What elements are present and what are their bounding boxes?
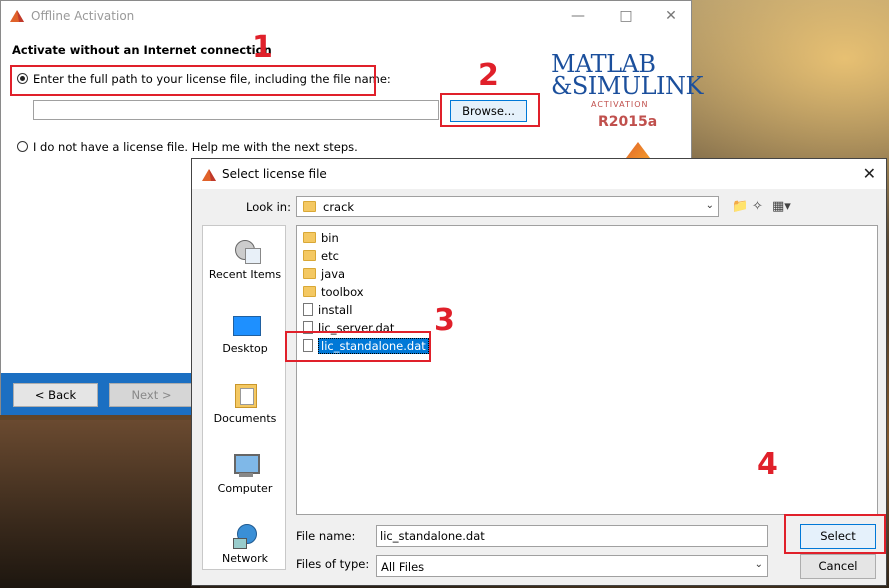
file-name: etc [321, 248, 339, 263]
folder-icon [303, 250, 316, 261]
dialog-close-icon[interactable]: ✕ [863, 164, 876, 183]
activation-titlebar: Offline Activation — □ ✕ [1, 1, 691, 32]
dialog-titlebar: Select license file ✕ [192, 159, 886, 189]
minimize-icon[interactable]: — [563, 7, 593, 25]
list-item[interactable]: install [303, 302, 352, 319]
recent-items-icon [231, 238, 261, 264]
close-icon[interactable]: ✕ [656, 7, 686, 25]
up-folder-icon[interactable]: 📁 [732, 199, 748, 214]
folder-icon [303, 232, 316, 243]
folder-icon [303, 201, 316, 212]
matlab-icon [10, 10, 24, 22]
place-desktop[interactable]: Desktop [203, 312, 287, 355]
folder-icon [303, 268, 316, 279]
network-icon [231, 522, 259, 549]
annotation-box-2 [440, 93, 540, 127]
place-label: Network [222, 552, 268, 565]
chevron-down-icon: ⌄ [754, 559, 763, 570]
annotation-box-1 [10, 65, 376, 96]
cancel-button[interactable]: Cancel [800, 554, 876, 579]
step-number-4: 4 [757, 447, 778, 482]
activation-heading: Activate without an Internet connection [12, 43, 272, 57]
logo-line2: &SIMULINK [551, 72, 703, 100]
file-name: java [321, 266, 346, 281]
places-bar: Recent Items Desktop Documents Computer [202, 225, 286, 570]
back-button[interactable]: < Back [13, 383, 98, 407]
list-item[interactable]: java [303, 266, 345, 283]
activation-window-title: Offline Activation [31, 9, 135, 23]
place-recent-items[interactable]: Recent Items [203, 238, 287, 281]
no-license-option-label[interactable]: I do not have a license file. Help me wi… [33, 140, 358, 154]
look-in-value: crack [323, 200, 355, 214]
look-in-combo[interactable]: crack ⌄ [296, 196, 719, 217]
file-type-label: Files of type: [296, 557, 370, 571]
place-label: Desktop [222, 342, 268, 355]
list-item[interactable]: toolbox [303, 284, 364, 301]
place-label: Computer [217, 482, 273, 495]
file-type-select[interactable]: All Files ⌄ [376, 555, 768, 577]
matlab-icon [202, 169, 216, 181]
step-number-2: 2 [478, 58, 499, 93]
file-name-input[interactable] [376, 525, 768, 547]
logo-subtitle: ACTIVATION [591, 100, 649, 109]
view-menu-icon[interactable]: ▦▾ [772, 199, 791, 214]
look-in-label: Look in: [246, 200, 291, 214]
matlab-simulink-logo: MATLAB &SIMULINK [551, 52, 703, 100]
maximize-icon[interactable]: □ [611, 7, 641, 25]
logo-version: R2015a [598, 114, 658, 130]
file-name: install [318, 302, 353, 317]
file-name: bin [321, 230, 339, 245]
documents-icon [231, 382, 259, 408]
annotation-box-4 [784, 514, 886, 554]
dialog-title: Select license file [222, 167, 327, 181]
file-icon [303, 303, 313, 316]
select-license-dialog: Select license file ✕ Look in: crack ⌄ 📁… [191, 158, 887, 586]
list-item[interactable]: bin [303, 230, 339, 247]
file-list[interactable]: bin etc java toolbox install lic_server.… [296, 225, 878, 515]
desktop-icon [231, 312, 261, 338]
file-name: toolbox [321, 284, 364, 299]
step-number-1: 1 [252, 30, 273, 65]
place-network[interactable]: Network [203, 522, 287, 565]
place-label: Documents [213, 412, 277, 425]
new-folder-icon[interactable]: ✧ [752, 199, 763, 214]
place-computer[interactable]: Computer [203, 452, 287, 495]
computer-icon [231, 452, 260, 478]
file-name-label: File name: [296, 529, 356, 543]
license-path-input[interactable] [33, 100, 439, 120]
landscape [0, 420, 200, 588]
no-license-radio[interactable] [17, 141, 28, 152]
list-item[interactable]: etc [303, 248, 339, 265]
next-button[interactable]: Next > [109, 383, 194, 407]
file-type-value: All Files [381, 560, 425, 574]
folder-icon [303, 286, 316, 297]
annotation-box-3 [285, 331, 431, 362]
place-documents[interactable]: Documents [203, 382, 287, 425]
place-label: Recent Items [208, 268, 282, 281]
step-number-3: 3 [434, 303, 455, 338]
chevron-down-icon: ⌄ [705, 200, 714, 211]
